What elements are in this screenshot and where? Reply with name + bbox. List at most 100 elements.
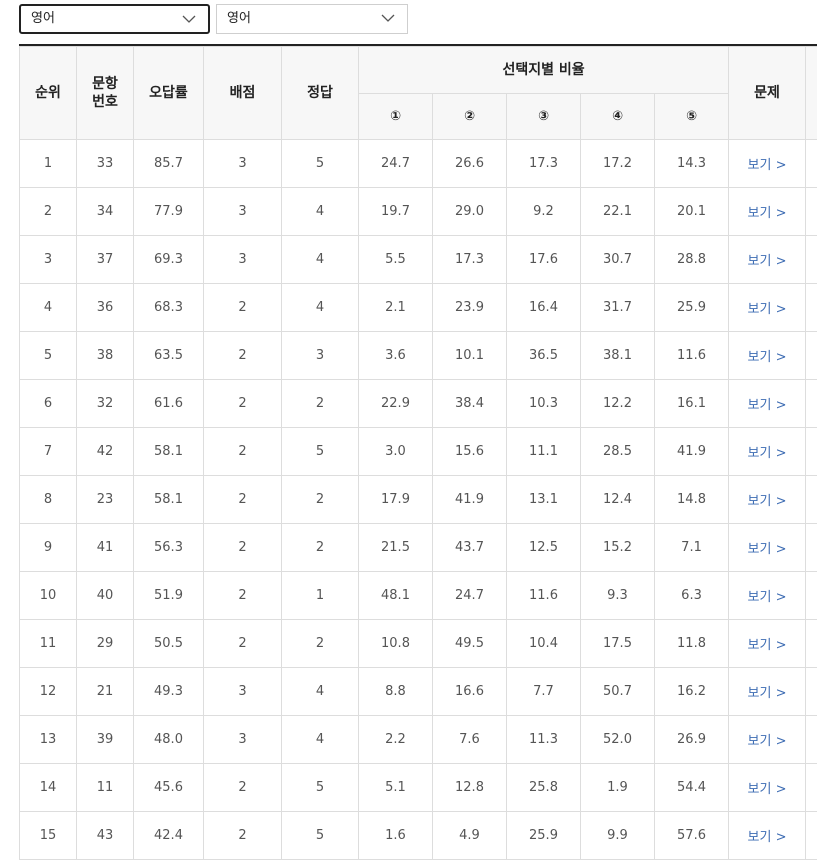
question-number-cell: 40 [76, 571, 134, 620]
error-rate-cell: 63.5 [133, 331, 204, 380]
choice-1-ratio-cell: 3.0 [358, 427, 433, 476]
error-rate-cell: 85.7 [133, 139, 204, 188]
view-problem-link[interactable]: 보기 > [748, 830, 787, 845]
rank-cell: 15 [19, 811, 77, 860]
extra-cell [805, 379, 817, 428]
choice-5-ratio-cell: 16.2 [653, 667, 730, 716]
table-row: 11 29 50.5 2 2 10.8 49.5 10.4 17.5 11.8 보기 > [19, 619, 817, 668]
error-rate-cell: 58.1 [133, 475, 204, 524]
view-problem-link[interactable]: 보기 > [748, 734, 787, 749]
error-rate-cell: 58.1 [133, 427, 204, 476]
choice-5-ratio-cell: 11.6 [653, 331, 730, 380]
table-row: 12 21 49.3 3 4 8.8 16.6 7.7 50.7 16.2 보기 > [19, 667, 817, 716]
header-question-number-line2: 번호 [92, 94, 118, 110]
choice-1-ratio-cell: 1.6 [358, 811, 433, 860]
view-problem-link[interactable]: 보기 > [748, 206, 787, 221]
table-row: 8 23 58.1 2 2 17.9 41.9 13.1 12.4 14.8 보기 > [19, 475, 817, 524]
choice-1-ratio-cell: 5.1 [358, 763, 433, 812]
table-row: 10 40 51.9 2 1 48.1 24.7 11.6 9.3 6.3 보기 > [19, 571, 817, 620]
choice-1-ratio-cell: 8.8 [358, 667, 433, 716]
points-cell: 3 [203, 235, 282, 284]
header-error-rate: 오답률 [133, 46, 204, 140]
rank-cell: 8 [19, 475, 77, 524]
points-cell: 2 [203, 331, 282, 380]
subject-select-primary[interactable]: 영어 [19, 4, 210, 34]
choice-1-ratio-cell: 3.6 [358, 331, 433, 380]
choice-5-ratio-cell: 14.3 [653, 139, 730, 188]
choice-3-ratio-cell: 25.9 [506, 811, 581, 860]
answer-cell: 5 [281, 763, 359, 812]
table-row: 4 36 68.3 2 4 2.1 23.9 16.4 31.7 25.9 보기 > [19, 283, 817, 332]
header-choice-2: ② [432, 93, 507, 140]
view-problem-link[interactable]: 보기 > [748, 158, 787, 173]
view-problem-link[interactable]: 보기 > [748, 398, 787, 413]
rank-cell: 5 [19, 331, 77, 380]
question-number-cell: 21 [76, 667, 134, 716]
choice-1-ratio-cell: 17.9 [358, 475, 433, 524]
extra-cell [805, 331, 817, 380]
view-problem-link[interactable]: 보기 > [748, 638, 787, 653]
view-problem-link[interactable]: 보기 > [748, 494, 787, 509]
table-row: 5 38 63.5 2 3 3.6 10.1 36.5 38.1 11.6 보기 > [19, 331, 817, 380]
error-rate-cell: 51.9 [133, 571, 204, 620]
table-row: 14 11 45.6 2 5 5.1 12.8 25.8 1.9 54.4 보기 > [19, 763, 817, 812]
choice-2-ratio-cell: 15.6 [432, 427, 507, 476]
choice-2-ratio-cell: 38.4 [432, 379, 507, 428]
view-problem-link[interactable]: 보기 > [748, 686, 787, 701]
extra-cell [805, 427, 817, 476]
error-rate-cell: 49.3 [133, 667, 204, 716]
choice-4-ratio-cell: 15.2 [580, 523, 655, 572]
choice-5-ratio-cell: 25.9 [653, 283, 730, 332]
choice-2-ratio-cell: 7.6 [432, 715, 507, 764]
view-problem-link[interactable]: 보기 > [748, 254, 787, 269]
error-rate-cell: 61.6 [133, 379, 204, 428]
answer-cell: 2 [281, 379, 359, 428]
choice-3-ratio-cell: 10.4 [506, 619, 581, 668]
choice-4-ratio-cell: 17.2 [580, 139, 655, 188]
subject-select-secondary[interactable]: 영어 [216, 4, 408, 34]
choice-2-ratio-cell: 17.3 [432, 235, 507, 284]
view-problem-cell: 보기 > [728, 475, 807, 524]
extra-cell [805, 283, 817, 332]
extra-cell [805, 619, 817, 668]
question-number-cell: 41 [76, 523, 134, 572]
question-number-cell: 36 [76, 283, 134, 332]
question-number-cell: 33 [76, 139, 134, 188]
choice-1-ratio-cell: 5.5 [358, 235, 433, 284]
error-rate-cell: 50.5 [133, 619, 204, 668]
points-cell: 2 [203, 619, 282, 668]
extra-cell [805, 571, 817, 620]
extra-cell [805, 187, 817, 236]
question-number-cell: 34 [76, 187, 134, 236]
chevron-down-icon [381, 14, 395, 22]
rank-cell: 14 [19, 763, 77, 812]
error-rate-cell: 48.0 [133, 715, 204, 764]
view-problem-cell: 보기 > [728, 715, 807, 764]
view-problem-cell: 보기 > [728, 139, 807, 188]
choice-4-ratio-cell: 30.7 [580, 235, 655, 284]
extra-cell [805, 475, 817, 524]
choice-4-ratio-cell: 1.9 [580, 763, 655, 812]
table-row: 13 39 48.0 3 4 2.2 7.6 11.3 52.0 26.9 보기 > [19, 715, 817, 764]
view-problem-link[interactable]: 보기 > [748, 590, 787, 605]
view-problem-link[interactable]: 보기 > [748, 350, 787, 365]
view-problem-link[interactable]: 보기 > [748, 782, 787, 797]
error-rate-cell: 56.3 [133, 523, 204, 572]
view-problem-link[interactable]: 보기 > [748, 446, 787, 461]
choice-3-ratio-cell: 12.5 [506, 523, 581, 572]
error-rate-cell: 69.3 [133, 235, 204, 284]
choice-5-ratio-cell: 28.8 [653, 235, 730, 284]
answer-cell: 5 [281, 811, 359, 860]
view-problem-link[interactable]: 보기 > [748, 542, 787, 557]
error-rate-cell: 45.6 [133, 763, 204, 812]
points-cell: 2 [203, 571, 282, 620]
choice-2-ratio-cell: 43.7 [432, 523, 507, 572]
choice-4-ratio-cell: 52.0 [580, 715, 655, 764]
choice-2-ratio-cell: 49.5 [432, 619, 507, 668]
header-choice-4: ④ [580, 93, 655, 140]
choice-4-ratio-cell: 22.1 [580, 187, 655, 236]
answer-cell: 5 [281, 427, 359, 476]
choice-5-ratio-cell: 41.9 [653, 427, 730, 476]
view-problem-link[interactable]: 보기 > [748, 302, 787, 317]
extra-cell [805, 667, 817, 716]
